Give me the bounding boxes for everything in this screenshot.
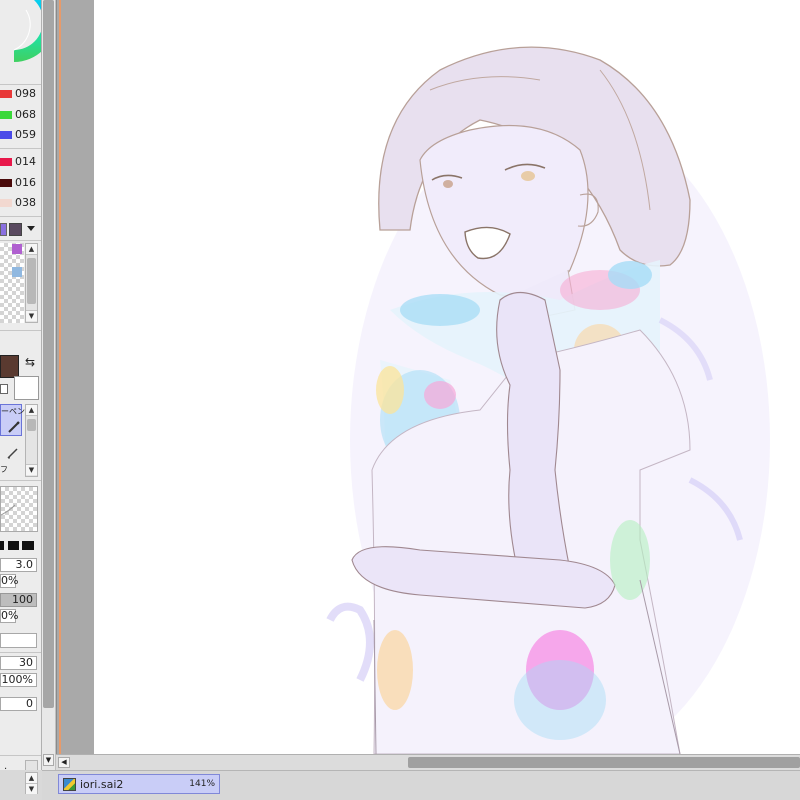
document-zoom: 141% [189,779,215,789]
blue-swatch [0,131,12,139]
document-name: iori.sai2 [80,778,124,791]
blend-field[interactable] [0,633,37,648]
document-tab-bar: iori.sai2 141% [42,770,800,800]
green-slider[interactable]: 068 [0,106,40,124]
panel-vertical-scrollbar[interactable]: ▼ [42,0,56,770]
scroll-up-icon[interactable]: ▲ [26,405,37,416]
blue-value: 059 [15,128,36,141]
scroll-down-icon[interactable]: ▼ [26,310,37,321]
hue-swatch [0,158,12,166]
pencil-icon [7,448,18,459]
red-slider[interactable]: 098 [0,85,40,103]
tip-shape-2[interactable] [8,541,19,550]
sub-color-swatch[interactable] [14,376,39,400]
saturation-value: 016 [15,176,36,189]
horizontal-scroll-thumb[interactable] [408,757,800,768]
density-field[interactable]: 100 [0,593,37,607]
red-value: 098 [15,87,36,100]
hue-value: 014 [15,155,36,168]
color-wheel[interactable] [0,0,42,84]
main-color-swatch[interactable] [0,355,19,378]
scroll-down-icon[interactable]: ▼ [26,783,37,794]
workspace-margin [56,0,94,754]
canvas-horizontal-scrollbar[interactable]: ◀ [56,754,800,770]
green-value: 068 [15,108,36,121]
scroll-thumb[interactable] [27,419,36,431]
panel-scroll-down-icon[interactable]: ▼ [43,754,54,766]
document-tab[interactable]: iori.sai2 141% [58,774,220,794]
tip-shape-1[interactable] [0,541,4,550]
swatch-purple[interactable] [0,223,7,236]
document-icon [63,778,76,791]
scroll-thumb[interactable] [27,258,36,304]
saturation-swatch [0,179,12,187]
drawing-canvas[interactable] [94,0,800,754]
transparent-color-icon[interactable] [0,384,8,394]
param-0-field[interactable]: 0 [0,697,37,711]
value-swatch [0,199,12,207]
bottom-scrollbar[interactable] [25,760,38,770]
palette-cell-violet[interactable] [12,244,22,254]
tool-item-pen[interactable]: ーペン [0,404,25,436]
value-value: 038 [15,196,36,209]
artwork-illustration [326,46,770,754]
view-border [59,0,61,754]
brush-preview [0,486,38,532]
swatch-dark-purple[interactable] [9,223,22,236]
value-slider[interactable]: 038 [0,194,40,212]
scroll-left-icon[interactable]: ◀ [58,757,70,768]
brush-stroke-preview-icon [1,504,16,516]
tool-panel: 098 068 059 014 016 038 ▲ ▼ ⇆ ーペン フ ▲ ▼ … [0,0,42,770]
swatch-dropdown-icon[interactable] [27,226,35,231]
palette-scrollbar[interactable]: ▲ ▼ [25,243,38,323]
brush-size-field[interactable]: 3.0 [0,558,37,572]
hue-slider[interactable]: 014 [0,153,40,171]
red-swatch [0,90,12,98]
tip-shape-3[interactable] [22,541,34,550]
scroll-up-icon[interactable]: ▲ [26,244,37,255]
tool-label-secondary: フ [0,465,8,474]
palette-grid[interactable] [0,243,24,323]
panel-bottom-scrollbar[interactable]: ▲ ▼ [25,772,38,794]
param-30-field[interactable]: 30 [0,656,37,670]
panel-scroll-thumb[interactable] [43,0,54,708]
swap-colors-icon[interactable]: ⇆ [25,355,35,369]
min-density-field[interactable]: 0% [0,609,18,623]
green-swatch [0,111,12,119]
scroll-down-icon[interactable]: ▼ [26,464,37,475]
blue-slider[interactable]: 059 [0,126,40,144]
param-100pct-field[interactable]: 100% [0,673,37,687]
bottom-dot-label: . [4,761,8,770]
saturation-slider[interactable]: 016 [0,174,40,192]
pen-icon [8,421,20,433]
palette-cell-blue[interactable] [12,267,22,277]
tool-label-pen: ーペン [1,407,25,416]
min-size-field[interactable]: 0% [0,574,18,588]
tool-item-secondary[interactable]: フ [0,440,22,476]
tool-scrollbar[interactable]: ▲ ▼ [25,404,38,477]
